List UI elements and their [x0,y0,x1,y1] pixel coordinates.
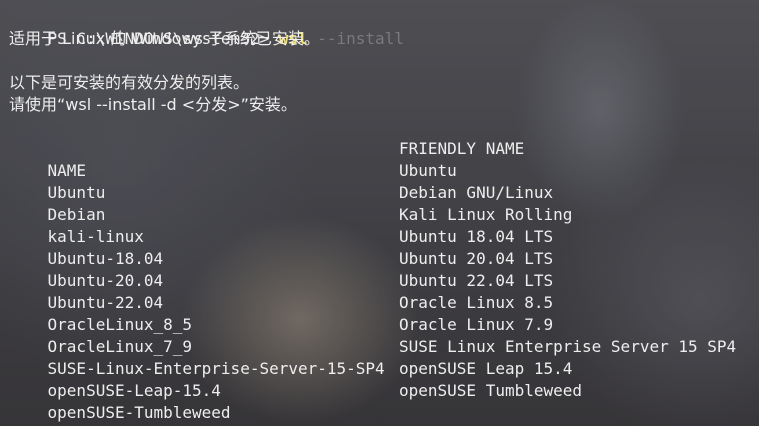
table-row: Ubuntu-18.04 Ubuntu 18.04 LTS [9,226,759,268]
distro-friendly-name: Ubuntu 18.04 LTS [399,227,554,246]
distro-friendly-name: openSUSE Tumbleweed [399,381,583,400]
distro-friendly-name: Debian GNU/Linux [399,183,554,202]
table-row: Ubuntu-22.04 Ubuntu 22.04 LTS [9,270,759,312]
table-header: NAME FRIENDLY NAME [9,138,759,180]
distro-friendly-name: Oracle Linux 8.5 [399,293,554,312]
table-row: Ubuntu Ubuntu [9,160,759,202]
distro-friendly-name: Ubuntu 20.04 LTS [399,249,554,268]
table-row: Debian Debian GNU/Linux [9,182,759,224]
table-row: OracleLinux_7_9 Oracle Linux 7.9 [9,314,759,356]
table-row: Ubuntu-20.04 Ubuntu 20.04 LTS [9,248,759,290]
table-row: kali-linux Kali Linux Rolling [9,204,759,246]
distro-friendly-name: Ubuntu 22.04 LTS [399,271,554,290]
friendly-name-column-header: FRIENDLY NAME [399,139,525,158]
table-row: openSUSE-Leap-15.4 openSUSE Leap 15.4 [9,358,759,400]
table-row: openSUSE-Tumbleweed openSUSE Tumbleweed [9,380,759,422]
list-intro-message: 以下是可安装的有效分发的列表。 [9,73,250,92]
distro-friendly-name: Kali Linux Rolling [399,205,573,224]
distro-friendly-name: SUSE Linux Enterprise Server 15 SP4 [399,337,737,356]
terminal-output[interactable]: PS C:\WINDOWS\system32> wsl --install 适用… [9,6,759,426]
distro-friendly-name: openSUSE Leap 15.4 [399,359,573,378]
table-row: OracleLinux_8_5 Oracle Linux 8.5 [9,292,759,334]
command-line: PS C:\WINDOWS\system32> wsl --install [9,6,759,48]
distro-friendly-name: Ubuntu [399,161,457,180]
input-line[interactable]: PS C:\WINDOWS\system32> [9,402,759,426]
table-row: SUSE-Linux-Enterprise-Server-15-SP4 SUSE… [9,336,759,378]
install-status-message: 适用于 Linux 的 Windows 子系统已安装。 [9,29,320,48]
usage-message: 请使用“wsl --install -d <分发>”安装。 [9,95,297,114]
distro-friendly-name: Oracle Linux 7.9 [399,315,554,334]
